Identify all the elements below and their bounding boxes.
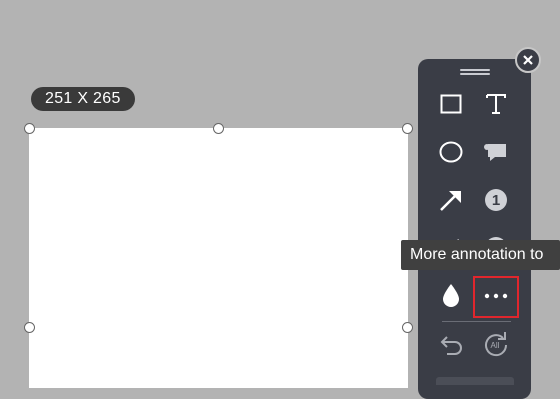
svg-text:1: 1: [492, 192, 500, 209]
arrow-tool-button[interactable]: [434, 183, 468, 217]
capture-selection-area[interactable]: [29, 128, 408, 388]
resize-handle-middle-left[interactable]: [24, 322, 35, 333]
undo-button[interactable]: [434, 327, 468, 361]
undo-all-icon: All: [485, 332, 508, 357]
more-button-highlight: [473, 276, 519, 318]
rectangle-icon: [440, 94, 462, 114]
rectangle-tool-button[interactable]: [434, 87, 468, 121]
annotation-toolbar: 1 All: [418, 59, 531, 399]
undo-all-button[interactable]: All: [479, 327, 513, 361]
resize-handle-top-right[interactable]: [402, 123, 413, 134]
drag-grip-icon[interactable]: [460, 69, 490, 75]
undo-all-label: All: [491, 341, 500, 350]
close-icon: [523, 55, 533, 65]
toolbar-bottom-button[interactable]: [436, 377, 514, 385]
close-toolbar-button[interactable]: [515, 47, 541, 73]
ellipse-icon: [439, 141, 463, 163]
color-drop-icon: [443, 284, 459, 307]
callout-tool-button[interactable]: [479, 135, 513, 169]
number-marker-tool-button[interactable]: 1: [479, 183, 513, 217]
arrow-icon: [440, 191, 461, 211]
speech-bubble-icon: [484, 144, 506, 161]
toolbar-separator: [442, 321, 511, 322]
dimensions-badge: 251 X 265: [31, 87, 135, 111]
text-icon: [486, 94, 506, 114]
number-marker-icon: 1: [485, 189, 507, 211]
tooltip: More annotation to: [401, 240, 560, 270]
text-tool-button[interactable]: [479, 87, 513, 121]
resize-handle-middle-right[interactable]: [402, 322, 413, 333]
undo-icon: [440, 336, 462, 355]
color-picker-button[interactable]: [434, 279, 468, 313]
resize-handle-top-left[interactable]: [24, 123, 35, 134]
ellipse-tool-button[interactable]: [434, 135, 468, 169]
resize-handle-top-center[interactable]: [213, 123, 224, 134]
